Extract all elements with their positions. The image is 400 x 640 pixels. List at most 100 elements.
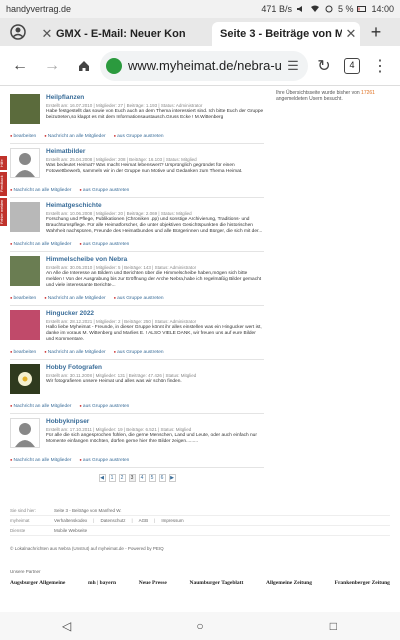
carrier-label: handyvertrag.de bbox=[6, 4, 72, 14]
message-all-link[interactable]: Nachricht an alle Mitglieder bbox=[10, 187, 72, 195]
group-title[interactable]: Heimatbilder bbox=[10, 148, 264, 156]
group-description: Hallo liebe Myheimat - Freunde, in diese… bbox=[46, 325, 262, 342]
page-link[interactable]: 4 bbox=[138, 474, 146, 482]
breadcrumb: Seite 3 - Beiträge von Manfred W. bbox=[54, 508, 122, 513]
group-description: Wir fotografieren unsere Heimat und alle… bbox=[46, 379, 182, 384]
group-meta: Erstellt am: 25.04.2008 | Mitglieder: 20… bbox=[46, 157, 197, 162]
group-title[interactable]: Himmelscheibe von Nebra bbox=[10, 256, 264, 264]
group-actions: bearbeiten Nachricht an alle Mitglieder … bbox=[10, 133, 164, 141]
page-link[interactable]: 2 bbox=[118, 474, 126, 482]
group-title[interactable]: Hobby Fotografen bbox=[10, 364, 264, 372]
leave-group-link[interactable]: aus Gruppe austreten bbox=[79, 241, 129, 249]
leave-group-link[interactable]: aus Gruppe austreten bbox=[79, 403, 129, 411]
home-icon[interactable] bbox=[68, 50, 100, 82]
footer-link-privacy[interactable]: Datenschutz bbox=[100, 518, 125, 523]
clock: 14:00 bbox=[371, 4, 394, 14]
group-item: Hobbyknipser Erstellt am: 17.10.2011 | M… bbox=[10, 414, 264, 468]
group-thumbnail[interactable] bbox=[10, 202, 40, 232]
message-all-link[interactable]: Nachricht an alle Mitglieder bbox=[44, 349, 106, 357]
alarm-icon bbox=[324, 5, 334, 13]
group-item: Hobby Fotografen Erstellt am: 30.11.2008… bbox=[10, 360, 264, 414]
visitor-count: 17261 bbox=[361, 90, 375, 96]
group-meta: Erstellt am: 30.11.2008 | Mitglieder: 13… bbox=[46, 373, 197, 378]
footer-link-code[interactable]: Verhaltenskodex bbox=[54, 518, 87, 523]
tab-gmx[interactable]: ✕ GMX - E-Mail: Neuer Kon bbox=[32, 22, 212, 46]
group-title[interactable]: Hobbyknipser bbox=[10, 418, 264, 426]
nav-back-icon[interactable]: ◁ bbox=[60, 619, 74, 633]
reader-mode-icon[interactable]: ☰ bbox=[284, 58, 302, 74]
back-arrow-icon[interactable]: ← bbox=[4, 50, 36, 82]
edit-link[interactable]: bearbeiten bbox=[10, 295, 37, 303]
mute-icon bbox=[296, 5, 306, 13]
group-thumbnail[interactable] bbox=[10, 310, 40, 340]
leave-group-link[interactable]: aus Gruppe austreten bbox=[114, 133, 163, 141]
reload-icon[interactable]: ↻ bbox=[308, 50, 340, 82]
message-all-link[interactable]: Nachricht an alle Mitglieder bbox=[10, 241, 72, 249]
side-tab-report-error[interactable]: Fehler melden bbox=[0, 198, 7, 226]
prev-page-icon[interactable]: ◀ bbox=[98, 474, 106, 482]
partner-logo[interactable]: Augsburger Allgemeine bbox=[10, 580, 65, 586]
group-description: An Alle die Interesse an Bildern und Ber… bbox=[46, 271, 262, 288]
address-bar: ← → www.myheimat.de/nebra-u ☰ ↻ 4 ⋮ bbox=[0, 46, 400, 86]
pagination: ◀ 1 2 3 4 5 6 ▶ bbox=[10, 474, 264, 482]
leave-group-link[interactable]: aus Gruppe austreten bbox=[114, 349, 163, 357]
network-speed: 471 B/s bbox=[261, 4, 292, 14]
tab-title: Seite 3 - Beiträge von Ma bbox=[220, 28, 342, 40]
forward-arrow-icon[interactable]: → bbox=[36, 50, 68, 82]
group-avatar-placeholder-icon[interactable] bbox=[10, 418, 40, 448]
message-all-link[interactable]: Nachricht an alle Mitglieder bbox=[44, 133, 106, 141]
message-all-link[interactable]: Nachricht an alle Mitglieder bbox=[10, 403, 72, 411]
close-tab-icon[interactable]: ✕ bbox=[342, 26, 360, 42]
system-nav-bar: ◁ ○ □ bbox=[0, 612, 400, 640]
tab-strip: ✕ GMX - E-Mail: Neuer Kon Seite 3 - Beit… bbox=[0, 18, 400, 46]
edit-link[interactable]: bearbeiten bbox=[10, 349, 37, 357]
next-page-icon[interactable]: ▶ bbox=[168, 474, 176, 482]
group-title[interactable]: Heilpflanzen bbox=[10, 94, 264, 102]
nav-home-icon[interactable]: ○ bbox=[193, 619, 207, 633]
partner-logo[interactable]: mh | bayern bbox=[88, 580, 116, 586]
message-all-link[interactable]: Nachricht an alle Mitglieder bbox=[44, 295, 106, 303]
edit-link[interactable]: bearbeiten bbox=[10, 133, 37, 141]
group-thumbnail[interactable] bbox=[10, 364, 40, 394]
partner-logo[interactable]: Naumburger Tageblatt bbox=[190, 580, 244, 586]
menu-dots-icon[interactable]: ⋮ bbox=[364, 50, 396, 82]
group-title[interactable]: Hingucker 2022 bbox=[10, 310, 264, 318]
url-field[interactable]: www.myheimat.de/nebra-u ☰ bbox=[100, 50, 308, 81]
side-tab-help[interactable]: Hilfe bbox=[0, 156, 7, 170]
page-link-current: 3 bbox=[128, 474, 136, 482]
mobile-site-link[interactable]: Mobile Webseite bbox=[54, 528, 87, 533]
footer-link-imprint[interactable]: Impressum bbox=[161, 518, 183, 523]
tab-title: GMX - E-Mail: Neuer Kon bbox=[56, 28, 186, 40]
nav-recents-icon[interactable]: □ bbox=[326, 619, 340, 633]
group-thumbnail[interactable] bbox=[10, 256, 40, 286]
page-link[interactable]: 6 bbox=[158, 474, 166, 482]
group-meta: Erstellt am: 10.06.2008 | Mitglieder: 20… bbox=[46, 211, 192, 216]
group-avatar-placeholder-icon[interactable] bbox=[10, 148, 40, 178]
partner-logo[interactable]: Neue Presse bbox=[139, 580, 167, 586]
page-link[interactable]: 5 bbox=[148, 474, 156, 482]
tab-myheimat[interactable]: Seite 3 - Beiträge von Ma ✕ bbox=[212, 22, 360, 46]
divider: | bbox=[93, 518, 95, 523]
group-item: Heimatbilder Erstellt am: 25.04.2008 | M… bbox=[10, 144, 264, 198]
side-tab-feedback[interactable]: Feedback bbox=[0, 172, 7, 196]
page-link[interactable]: 1 bbox=[108, 474, 116, 482]
group-thumbnail[interactable] bbox=[10, 94, 40, 124]
divider: | bbox=[131, 518, 133, 523]
new-tab-icon[interactable]: + bbox=[360, 22, 392, 43]
message-all-link[interactable]: Nachricht an alle Mitglieder bbox=[10, 457, 72, 465]
group-actions: bearbeiten Nachricht an alle Mitglieder … bbox=[10, 295, 164, 303]
leave-group-link[interactable]: aus Gruppe austreten bbox=[114, 295, 163, 303]
footer-link-terms[interactable]: AGB bbox=[139, 518, 149, 523]
account-icon[interactable] bbox=[4, 18, 32, 46]
url-text: www.myheimat.de/nebra-u bbox=[128, 58, 282, 73]
tab-count-button[interactable]: 4 bbox=[344, 57, 360, 74]
visitor-text-end: angemeldeten Usern besucht. bbox=[276, 96, 343, 102]
group-item: Himmelscheibe von Nebra Erstellt am: 30.… bbox=[10, 252, 264, 306]
leave-group-link[interactable]: aus Gruppe austreten bbox=[79, 457, 129, 465]
leave-group-link[interactable]: aus Gruppe austreten bbox=[79, 187, 129, 195]
group-item: Hingucker 2022 Erstellt am: 28.12.2021 |… bbox=[10, 306, 264, 360]
partner-logo[interactable]: Allgemeine Zeitung bbox=[266, 580, 312, 586]
partner-logo[interactable]: Frankenberger Zeitung bbox=[335, 580, 390, 586]
close-tab-icon[interactable]: ✕ bbox=[38, 26, 56, 42]
group-title[interactable]: Heimatgeschichte bbox=[10, 202, 264, 210]
